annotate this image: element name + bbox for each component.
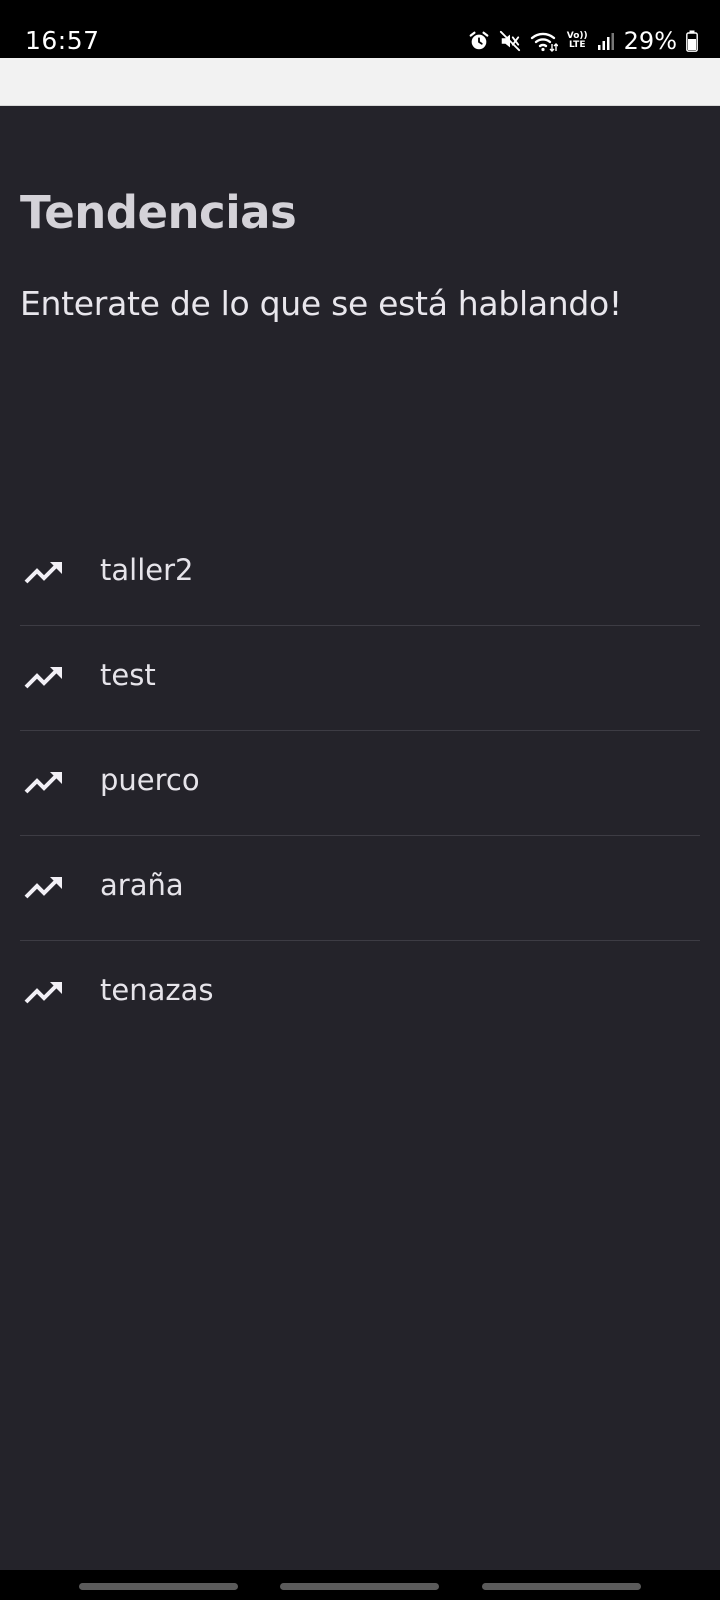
nav-home-button[interactable]: [280, 1583, 439, 1590]
trend-list: taller2 test puerco araña tenazas: [20, 521, 700, 1046]
trend-label: puerco: [100, 763, 200, 797]
trending-up-icon: [24, 772, 62, 794]
nav-recents-button[interactable]: [79, 1583, 238, 1590]
trend-label: test: [100, 658, 156, 692]
trend-label: taller2: [100, 553, 194, 587]
trends-content: Tendencias Enterate de lo que se está ha…: [0, 106, 720, 1570]
trending-up-icon: [24, 982, 62, 1004]
battery-icon: [686, 30, 698, 52]
trending-up-icon: [24, 877, 62, 899]
trend-item-puerco[interactable]: puerco: [20, 731, 700, 836]
trending-up-icon: [24, 667, 62, 689]
app-bar: [0, 58, 720, 106]
trend-item-taller2[interactable]: taller2: [20, 521, 700, 626]
alarm-icon: [469, 31, 489, 50]
page-subtitle: Enterate de lo que se está hablando!: [20, 284, 622, 323]
trend-label: tenazas: [100, 973, 214, 1007]
mute-icon: [499, 30, 520, 52]
volte-icon: Vo)) LTE: [567, 32, 588, 50]
status-icons: Vo)) LTE 29%: [468, 26, 698, 56]
battery-percent: 29%: [623, 27, 677, 55]
nav-back-button[interactable]: [482, 1583, 641, 1590]
system-nav-bar: [0, 1570, 720, 1600]
trend-label: araña: [100, 868, 184, 902]
trend-item-test[interactable]: test: [20, 626, 700, 731]
screen: 16:57 Vo)) LTE 29% Tendencias Enterate d…: [0, 0, 720, 1600]
page-title: Tendencias: [20, 186, 297, 239]
wifi-icon: [530, 32, 558, 52]
trending-up-icon: [24, 562, 62, 584]
volte-bottom-label: LTE: [568, 40, 586, 50]
status-bar: 16:57 Vo)) LTE 29%: [0, 0, 720, 58]
trend-item-arana[interactable]: araña: [20, 836, 700, 941]
signal-icon: [597, 33, 614, 50]
status-time: 16:57: [25, 26, 100, 55]
trend-item-tenazas[interactable]: tenazas: [20, 941, 700, 1046]
